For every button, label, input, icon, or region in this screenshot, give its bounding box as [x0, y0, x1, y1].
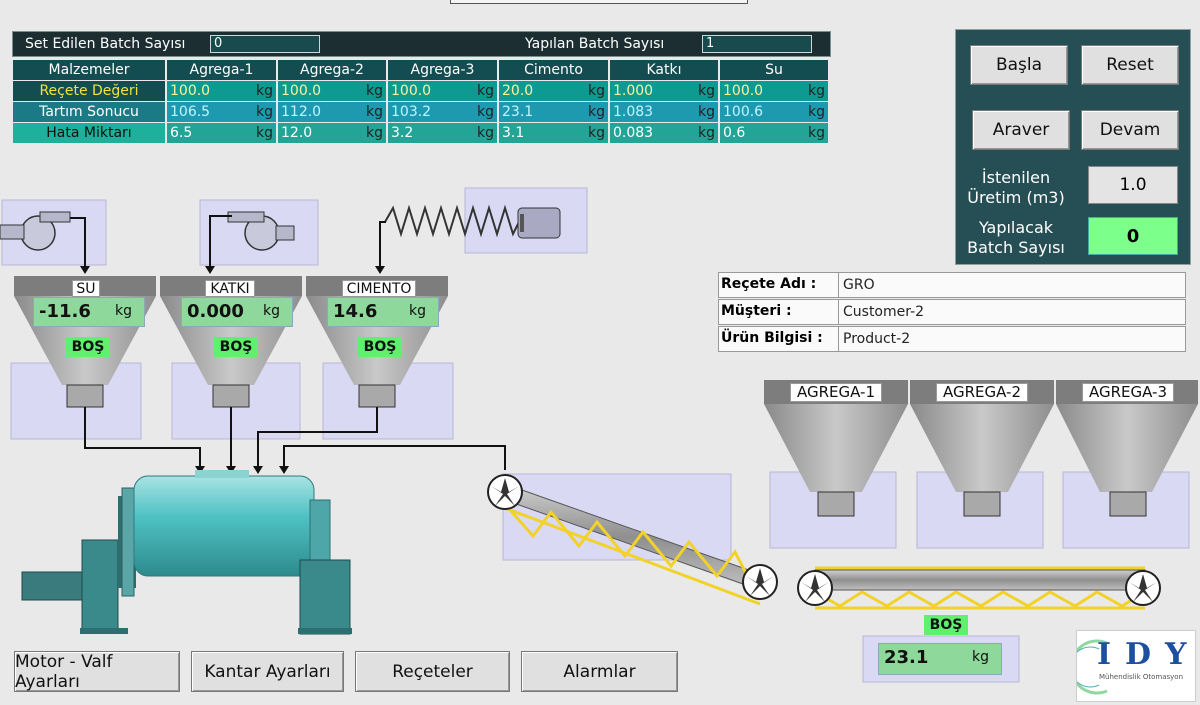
su-hopper-label: SU [72, 280, 100, 297]
cimento-status-badge: BOŞ [358, 337, 402, 357]
cimento-hopper-label: CIMENTO [342, 280, 416, 297]
katki-hopper-label: KATKI [205, 280, 255, 297]
scale-settings-button[interactable]: Kantar Ayarları [191, 651, 344, 692]
horizontal-conveyor [797, 566, 1161, 610]
agrega3-label: AGREGA-3 [1082, 383, 1174, 402]
su-status-badge: BOŞ [66, 337, 110, 357]
recipes-button[interactable]: Reçeteler [355, 651, 510, 692]
katki-scale-display: 0.000 kg [181, 297, 293, 327]
logo-letters: IDY [1097, 637, 1200, 672]
cimento-scale-display: 14.6 kg [327, 297, 439, 327]
katki-status-badge: BOŞ [214, 337, 258, 357]
agrega1-label: AGREGA-1 [790, 383, 882, 402]
agrega-scale-display: 23.1 kg [878, 643, 1002, 675]
logo-tagline: Mühendislik Otomasyon [1099, 673, 1184, 681]
motor-valve-settings-button[interactable]: Motor - Valf Ayarları [14, 651, 180, 692]
agrega2-label: AGREGA-2 [936, 383, 1028, 402]
alarms-button[interactable]: Alarmlar [521, 651, 678, 692]
process-diagram [0, 187, 1198, 683]
agrega-status-badge: BOŞ [924, 615, 968, 635]
mixer-drum [21, 470, 352, 635]
su-scale-display: -11.6 kg [33, 297, 145, 327]
company-logo: IDY Mühendislik Otomasyon [1069, 630, 1196, 702]
